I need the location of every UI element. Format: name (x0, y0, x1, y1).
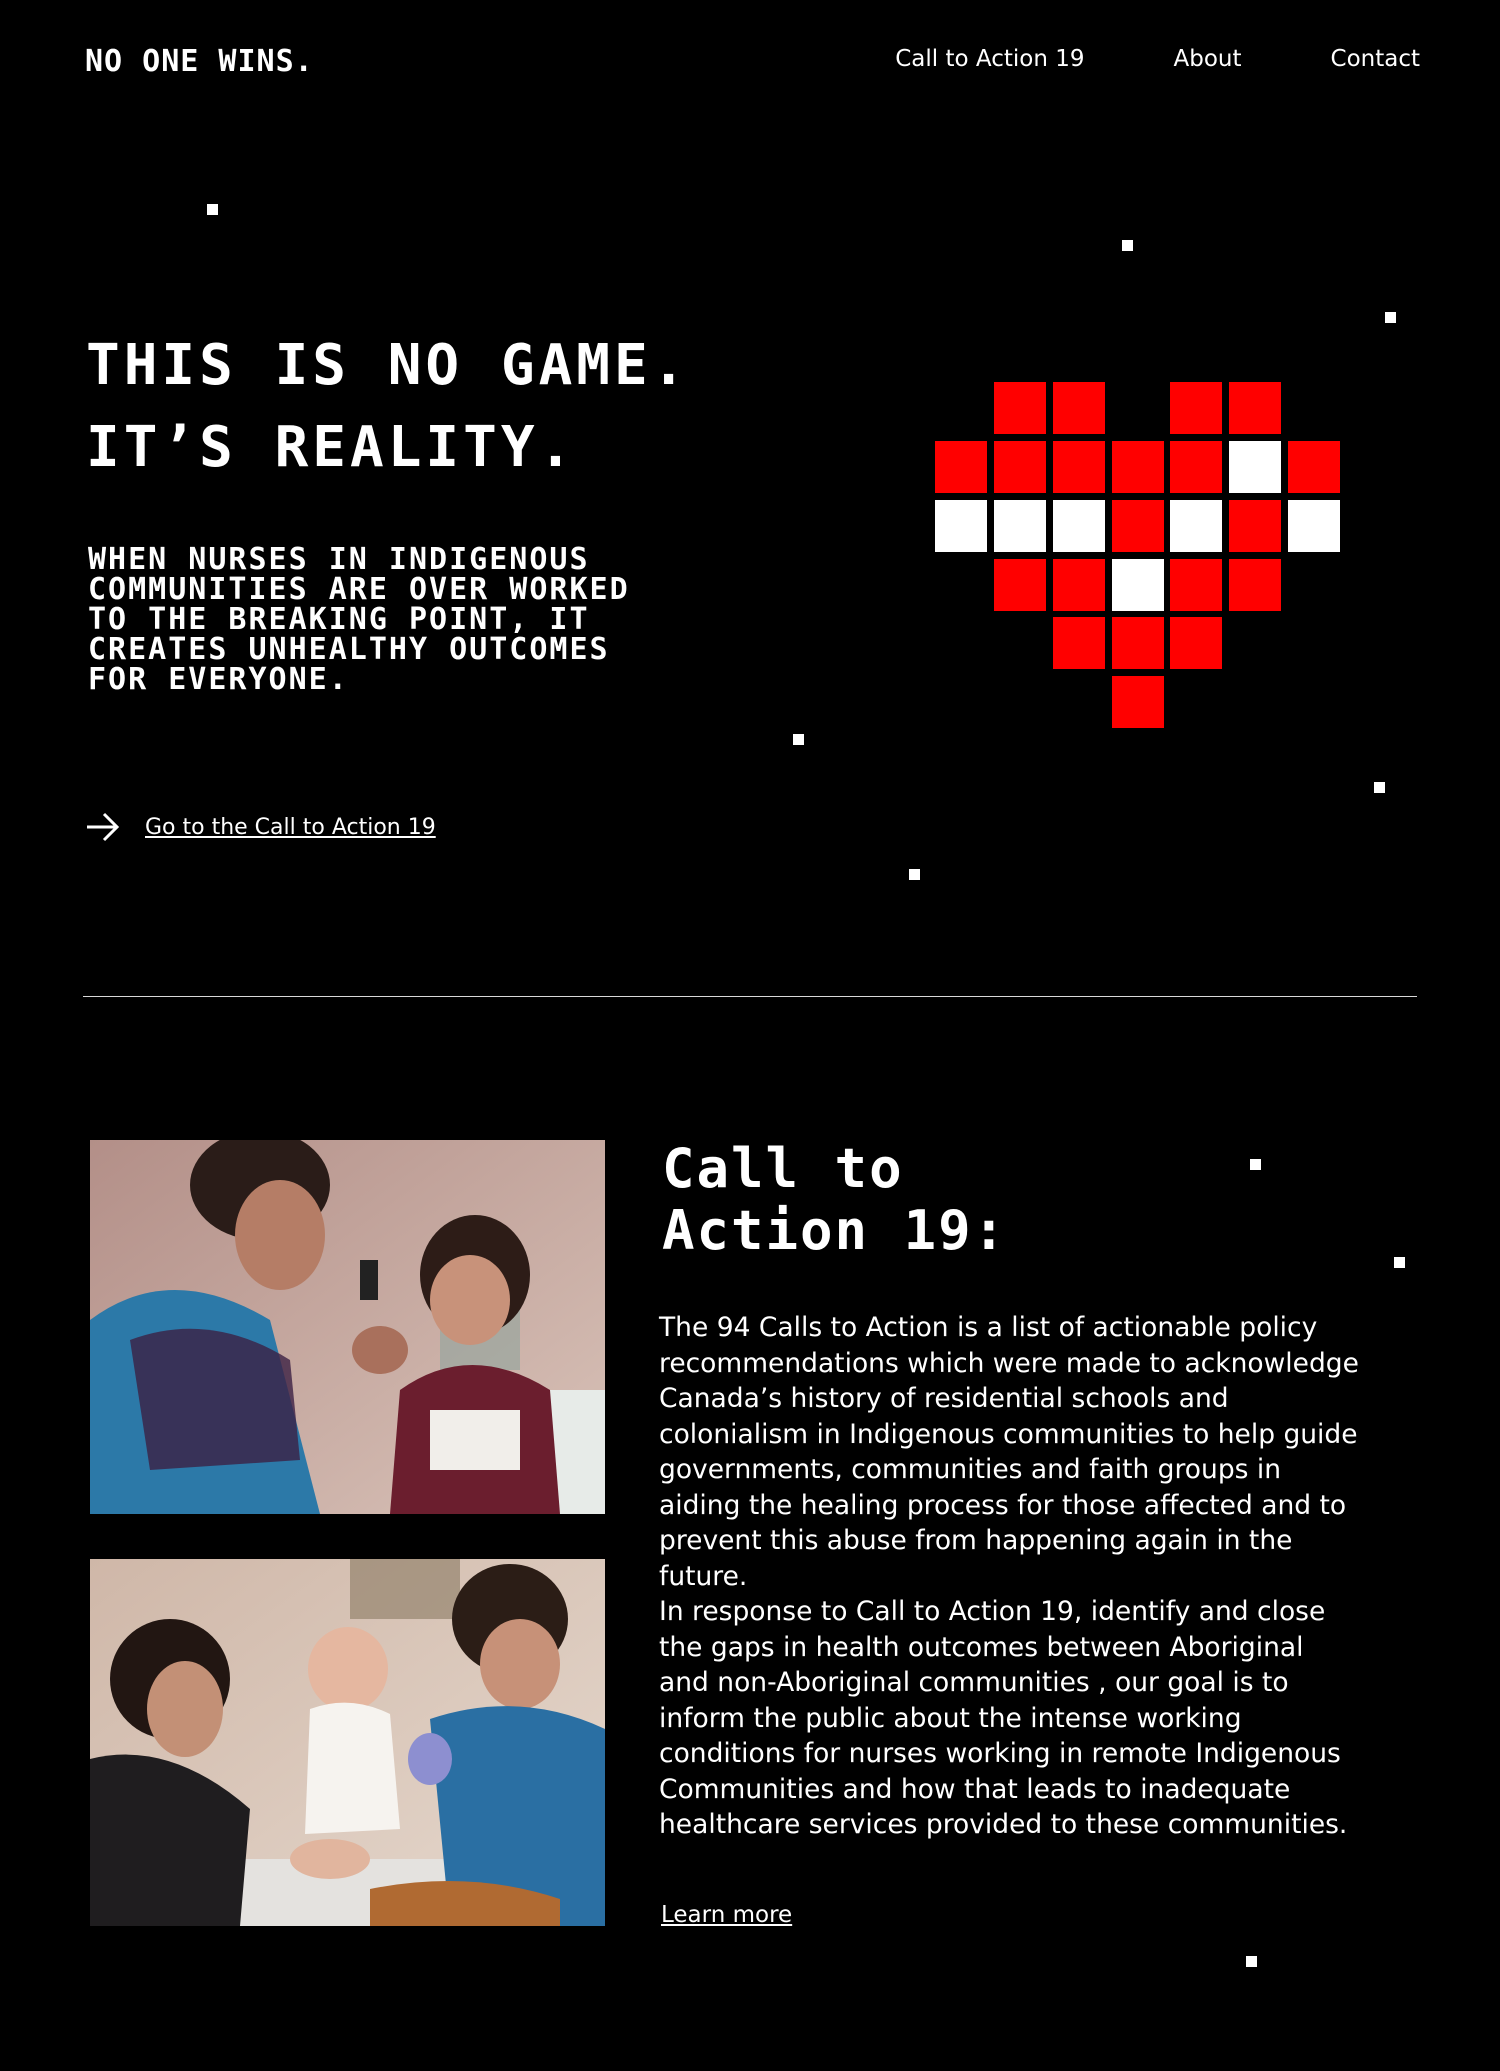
section-divider (83, 996, 1417, 997)
section-title: Call to Action 19: (662, 1138, 1007, 1262)
call-to-action-19-description: In response to Call to Action 19, identi… (659, 1596, 1348, 1840)
hero-subtitle: WHEN NURSES IN INDIGENOUS COMMUNITIES AR… (88, 542, 630, 697)
photo-nurse-with-baby (90, 1559, 605, 1926)
heart-row-4 (994, 559, 1281, 611)
star-decoration (909, 869, 920, 880)
heart-row-3 (935, 500, 1340, 552)
photo-illustration (90, 1140, 605, 1514)
pixel-heart-icon (935, 382, 1340, 728)
star-decoration (1385, 312, 1396, 323)
main-nav: Call to Action 19 About Contact (895, 46, 1420, 72)
section-title-line2: Action 19: (662, 1199, 1008, 1262)
hero-title-line1: THIS IS NO GAME. (86, 333, 690, 398)
cta-label: Go to the Call to Action 19 (145, 814, 436, 840)
star-decoration (1246, 1956, 1257, 1967)
photo-nurse-examining-child (90, 1140, 605, 1514)
hero-title-line2: IT’S REALITY. (86, 415, 577, 480)
star-decoration (207, 204, 218, 215)
star-decoration (1374, 782, 1385, 793)
photo-illustration (90, 1559, 605, 1926)
star-decoration (1122, 240, 1133, 251)
heart-row-5 (1053, 617, 1222, 669)
calls-to-action-description: The 94 Calls to Action is a list of acti… (659, 1312, 1359, 1592)
learn-more-link[interactable]: Learn more (661, 1902, 792, 1928)
site-logo[interactable]: NO ONE WINS. (85, 44, 314, 79)
cta-call-to-action-link[interactable]: Go to the Call to Action 19 (86, 812, 436, 842)
heart-row-1 (994, 382, 1281, 434)
arrow-right-icon (87, 812, 120, 842)
hero-title: THIS IS NO GAME. IT’S REALITY. (86, 325, 689, 489)
star-decoration (1250, 1159, 1261, 1170)
nav-contact[interactable]: Contact (1331, 46, 1420, 72)
nav-call-to-action[interactable]: Call to Action 19 (895, 46, 1084, 72)
star-decoration (793, 734, 804, 745)
heart-row-6 (1112, 676, 1164, 728)
nav-about[interactable]: About (1174, 46, 1242, 72)
star-decoration (1394, 1257, 1405, 1268)
heart-row-2 (935, 441, 1340, 493)
section-title-line1: Call to (662, 1137, 904, 1200)
